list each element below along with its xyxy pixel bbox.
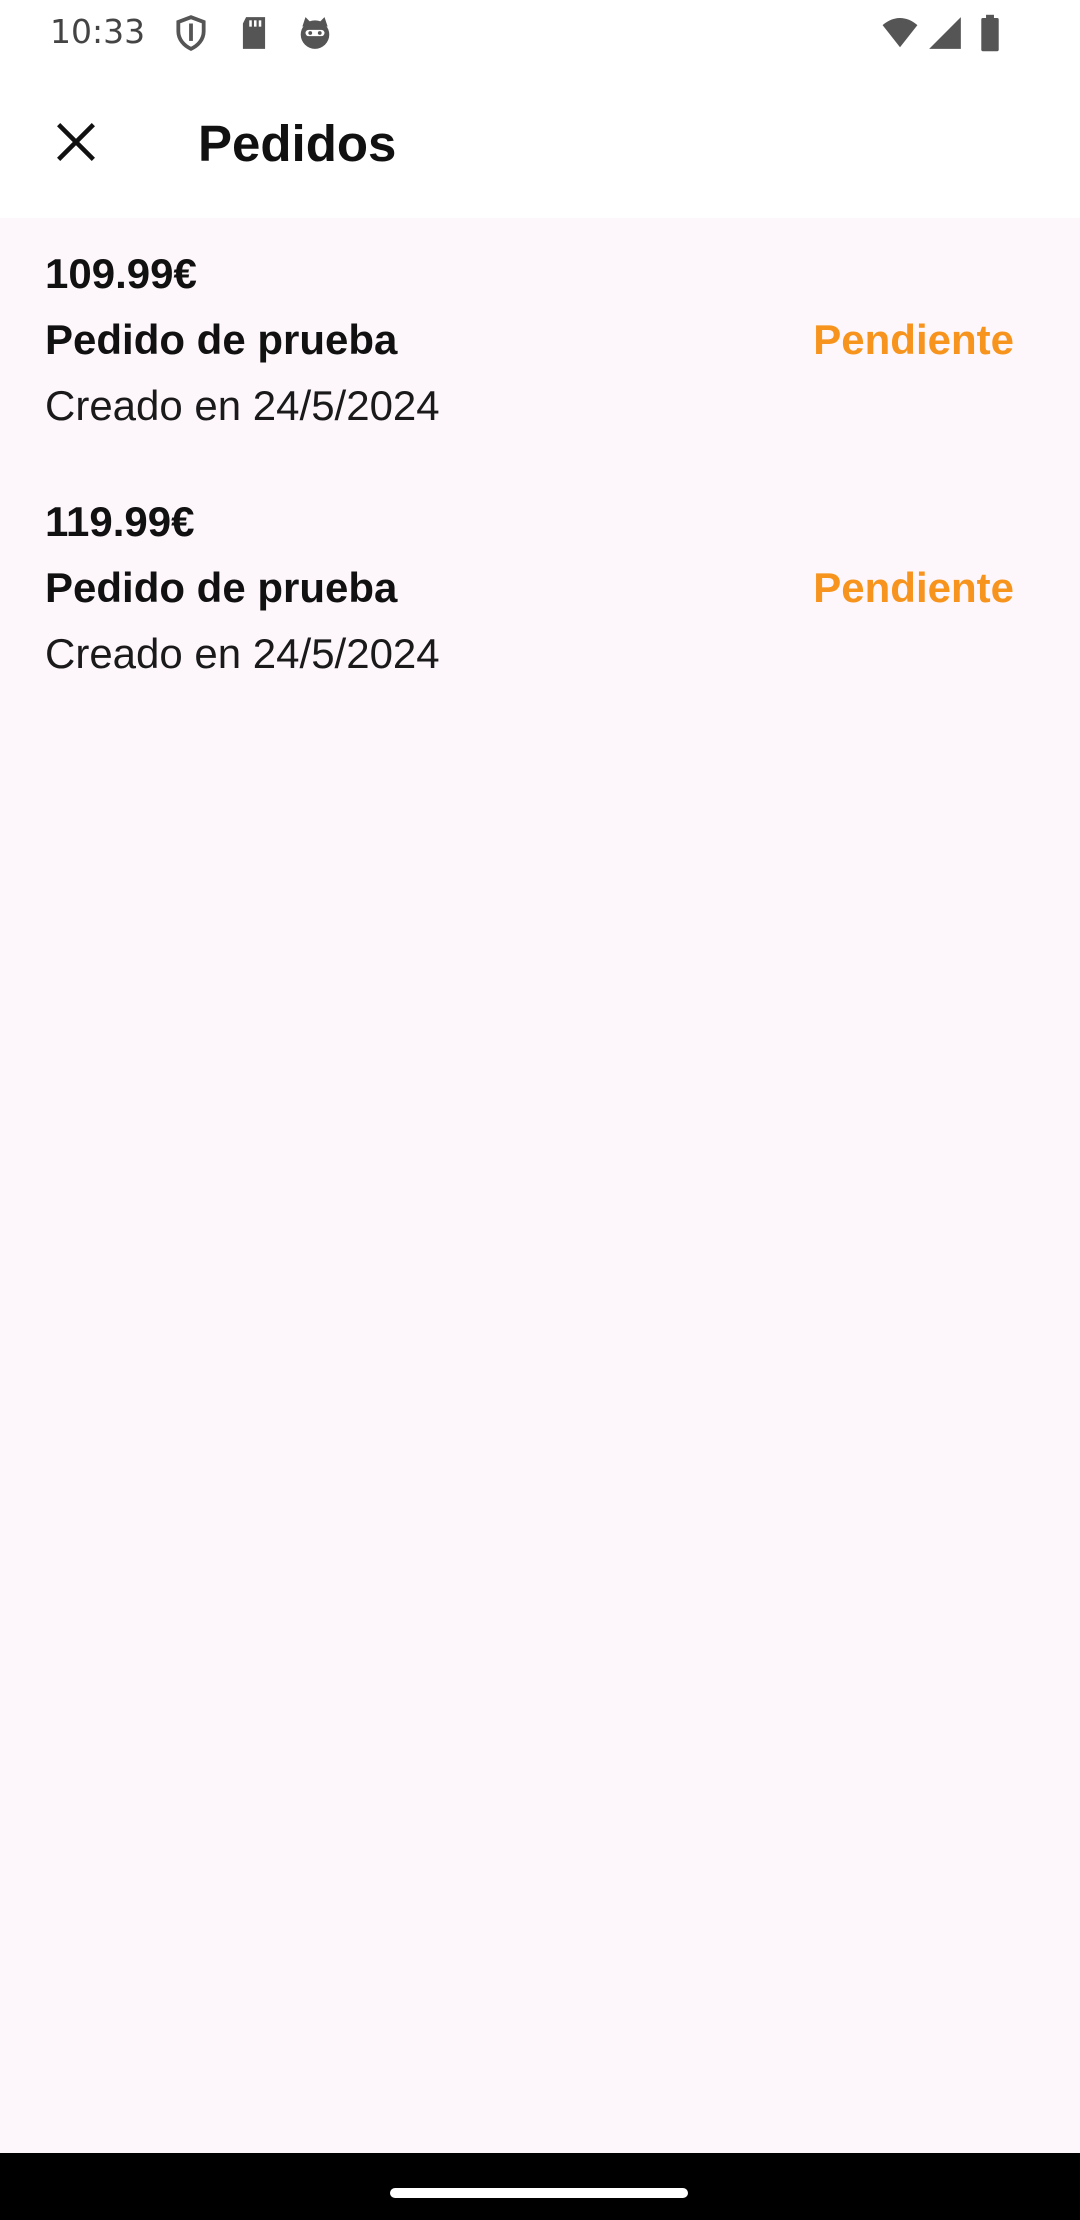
status-time: 10:33 — [50, 12, 146, 51]
order-name: Pedido de prueba — [45, 316, 398, 363]
order-date: Creado en 24/5/2024 — [45, 382, 440, 429]
status-bar: 10:33 — [0, 0, 1080, 66]
wifi-icon — [880, 14, 918, 52]
sd-card-icon — [235, 14, 273, 52]
cat-icon — [296, 14, 334, 52]
battery-icon — [978, 14, 1002, 52]
home-indicator[interactable] — [390, 2188, 688, 2198]
signal-icon — [926, 14, 964, 52]
shield-icon — [172, 14, 210, 52]
orders-list: 109.99€ Pedido de prueba Creado en 24/5/… — [0, 218, 1080, 714]
navigation-bar — [0, 2153, 1080, 2220]
order-price: 109.99€ — [45, 250, 197, 297]
order-date: Creado en 24/5/2024 — [45, 630, 440, 677]
page-title: Pedidos — [198, 115, 397, 172]
close-icon — [55, 121, 97, 168]
app-bar: Pedidos — [0, 66, 1080, 218]
order-item[interactable]: 109.99€ Pedido de prueba Creado en 24/5/… — [0, 218, 1080, 466]
order-name: Pedido de prueba — [45, 564, 398, 611]
order-item[interactable]: 119.99€ Pedido de prueba Creado en 24/5/… — [0, 466, 1080, 714]
order-status: Pendiente — [813, 316, 1014, 363]
order-status: Pendiente — [813, 564, 1014, 611]
order-price: 119.99€ — [45, 498, 195, 545]
close-button[interactable] — [32, 100, 120, 188]
